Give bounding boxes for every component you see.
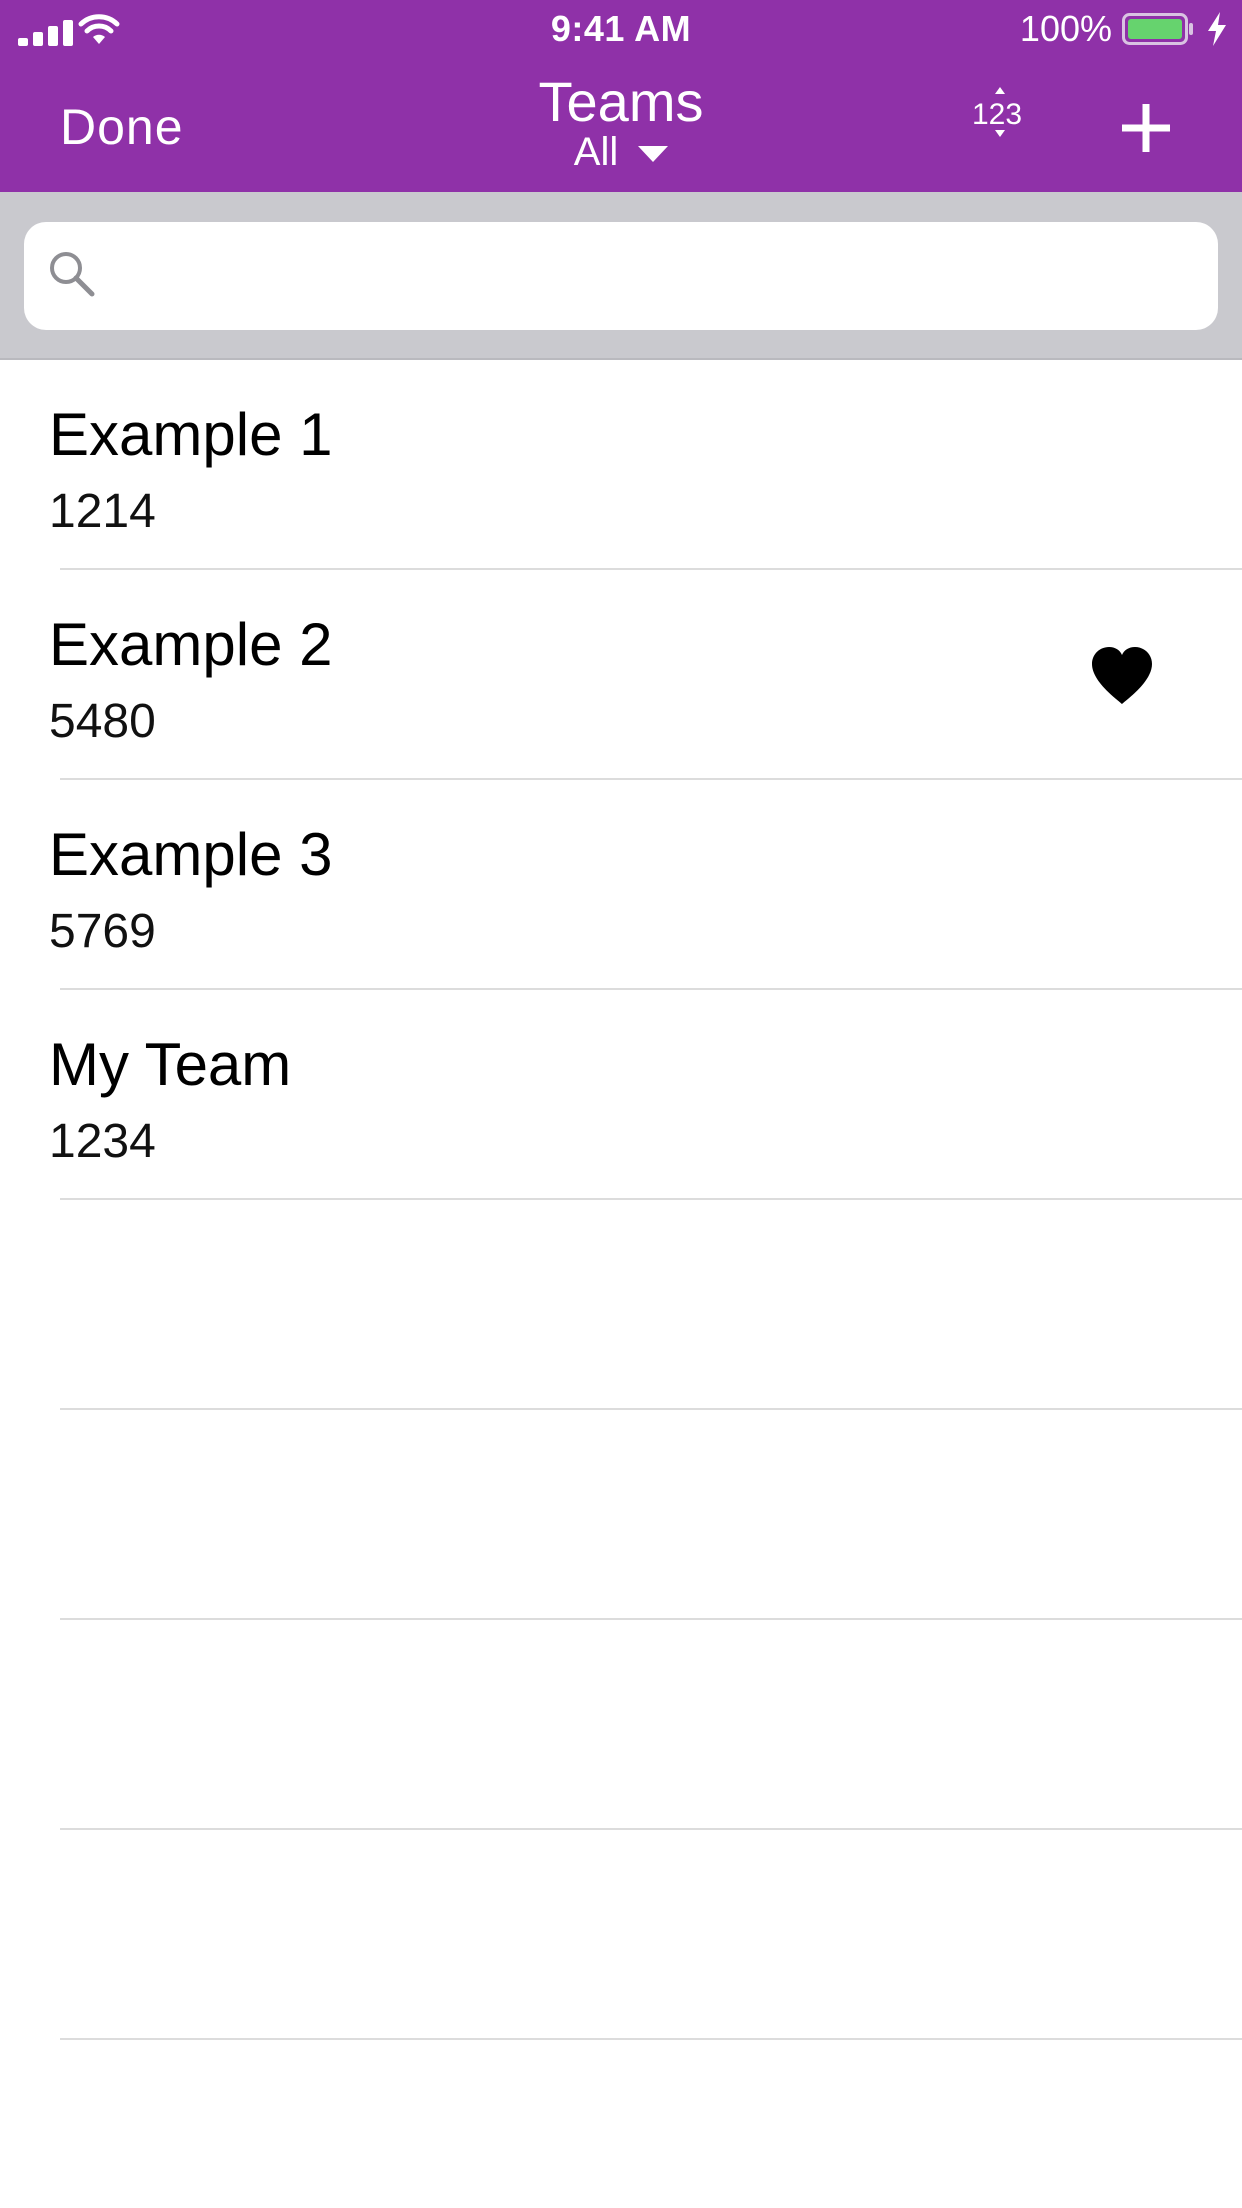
battery-percent: 100% (1019, 8, 1112, 49)
empty-row (0, 1410, 1242, 1620)
team-number: 1234 (49, 1115, 156, 1168)
list-item[interactable]: Example 3 5769 (0, 780, 1242, 990)
filter-dropdown[interactable]: All (0, 130, 1242, 174)
battery-icon (1122, 13, 1193, 45)
team-name: Example 1 (49, 401, 333, 468)
navigation-bar: 9:41 AM 100% Done Teams All 123 (0, 0, 1242, 192)
empty-row (0, 1830, 1242, 2040)
search-icon (50, 252, 95, 297)
search-field[interactable] (24, 222, 1218, 330)
list-item[interactable]: Example 1 1214 (0, 360, 1242, 570)
team-number: 5480 (49, 695, 156, 748)
teams-screen: 9:41 AM 100% Done Teams All 123 Example … (0, 0, 1242, 2208)
heart-icon[interactable] (1090, 646, 1154, 706)
svg-text:123: 123 (972, 98, 1022, 131)
filter-label: All (573, 130, 619, 174)
team-name: Example 3 (49, 821, 333, 888)
team-number: 1214 (49, 485, 156, 538)
charging-bolt-icon (1208, 12, 1226, 46)
team-number: 5769 (49, 905, 156, 958)
team-name: My Team (49, 1031, 292, 1098)
list-item[interactable]: Example 2 5480 (0, 570, 1242, 780)
empty-row (0, 1620, 1242, 1830)
team-name: Example 2 (49, 611, 333, 678)
teams-list: Example 1 1214 Example 2 5480 Example 3 … (0, 360, 1242, 2040)
list-item[interactable]: My Team 1234 (0, 990, 1242, 1200)
sort-123-icon[interactable]: 123 (968, 84, 1032, 140)
search-input[interactable] (120, 240, 1194, 314)
search-bar (0, 192, 1242, 360)
plus-icon[interactable] (1118, 100, 1174, 156)
chevron-down-icon (638, 146, 669, 163)
page-title: Teams (538, 70, 704, 133)
empty-row (0, 1200, 1242, 1410)
